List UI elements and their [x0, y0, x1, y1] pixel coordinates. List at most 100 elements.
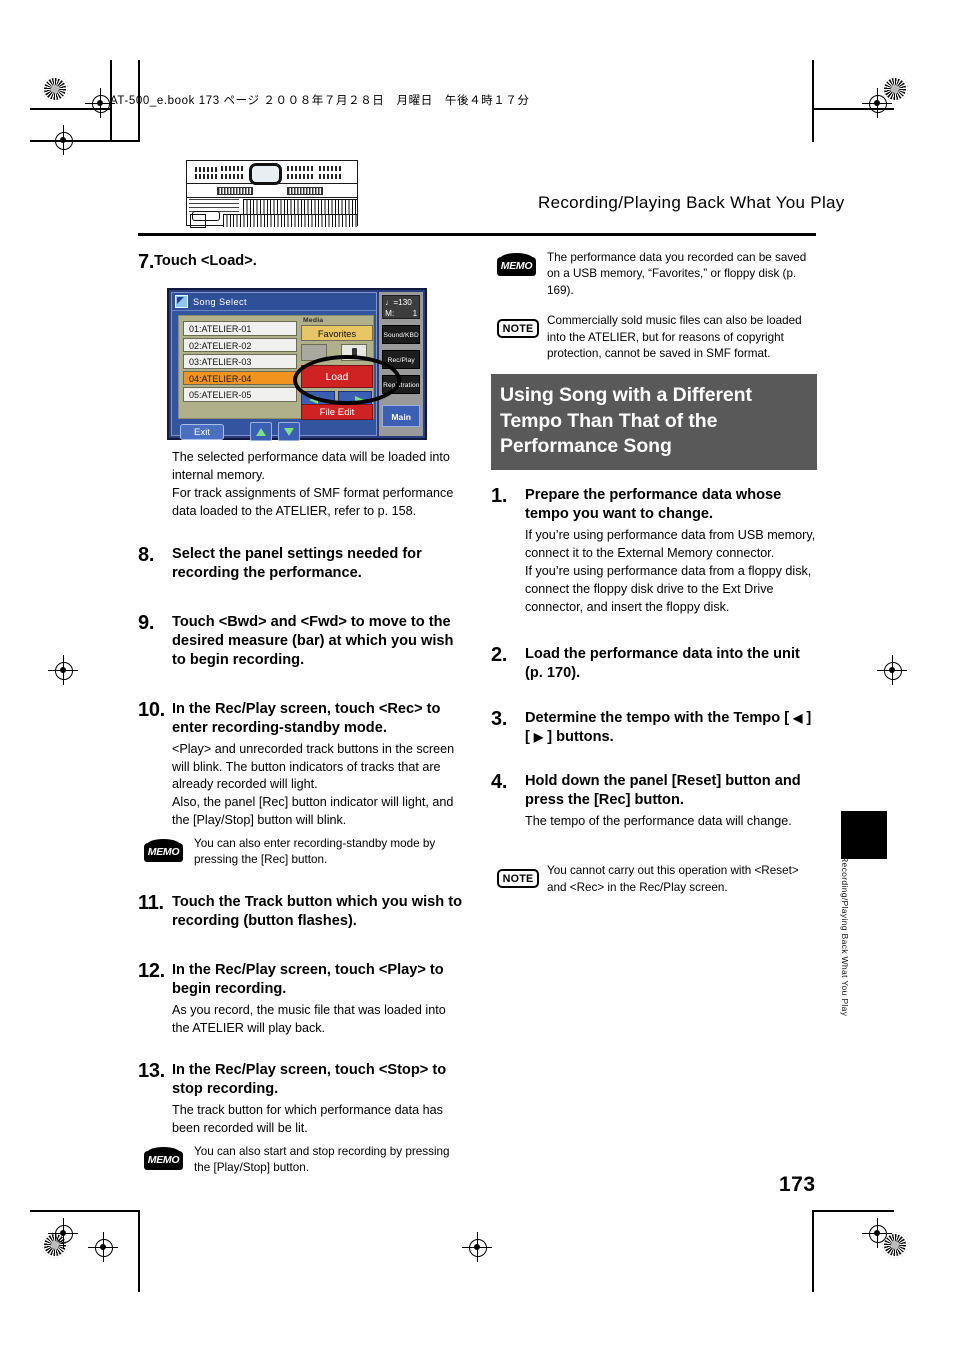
crosshair-mark: [877, 655, 907, 685]
tempo-value: ♩=130: [385, 298, 412, 307]
song-list-item[interactable]: 05:ATELIER-05: [183, 387, 297, 402]
tempo-step-1-description: If you’re using performance data from US…: [525, 528, 816, 614]
side-tab-marker: [841, 811, 887, 859]
note-badge-label: NOTE: [497, 319, 539, 339]
crosshair-mark: [88, 1232, 118, 1262]
tempo-step-2-title: Load the performance data into the unit …: [525, 645, 800, 681]
memo-icon: MEMO: [144, 1144, 192, 1177]
crosshair-mark: [48, 125, 78, 155]
memo-callout-step10: MEMO You can also enter recording-standb…: [144, 836, 464, 869]
crosshair-mark: [48, 1218, 78, 1248]
side-tab-label: Recording/Playing Back What You Play: [840, 856, 850, 1017]
crop-line: [138, 1210, 140, 1292]
organ-mid-panel: [187, 184, 357, 198]
step-8-number: 8.: [138, 543, 155, 566]
organ-pedal-board: [190, 214, 206, 228]
memo-callout-top: MEMO The performance data you recorded c…: [497, 250, 817, 299]
memo-callout-text: You can also enter recording-standby mod…: [194, 837, 436, 867]
song-list-item-selected[interactable]: 04:ATELIER-04: [183, 370, 297, 385]
crop-line: [812, 1210, 894, 1212]
note-icon: NOTE: [497, 313, 545, 362]
step-12-title: In the Rec/Play screen, touch <Play> to …: [172, 961, 444, 997]
step-9-number: 9.: [138, 611, 155, 634]
song-select-screen-figure: Song Select 01:ATELIER-01 02:ATELIER-02 …: [167, 288, 427, 441]
organ-button-row-left: [195, 167, 217, 172]
load-button-highlight-ellipse: [293, 355, 401, 405]
step-13-description: The track button for which performance d…: [172, 1103, 443, 1136]
tempo-step-4-number: 4.: [491, 771, 508, 794]
crosshair-mark: [462, 1232, 492, 1262]
song-list-item[interactable]: 02:ATELIER-02: [183, 337, 297, 352]
right-column: MEMO The performance data you recorded c…: [491, 250, 817, 896]
memo-badge-label: MEMO: [144, 1147, 183, 1171]
tempo-step-2: 2. Load the performance data into the un…: [491, 643, 817, 683]
organ-button-row-center-left2: [221, 174, 245, 179]
tempo-display: ♩=130 M: 1: [382, 295, 421, 319]
step-7-description: The selected performance data will be lo…: [172, 450, 454, 519]
file-edit-button[interactable]: File Edit: [301, 404, 373, 420]
tempo-step-1-title: Prepare the performance data whose tempo…: [525, 487, 782, 523]
memo-badge-label: MEMO: [497, 253, 536, 276]
tempo-step-2-number: 2.: [491, 643, 508, 666]
step-9-title: Touch <Bwd> and <Fwd> to move to the des…: [172, 613, 454, 668]
tempo-step-3-title: Determine the tempo with the Tempo [ ◀ ]…: [525, 707, 817, 747]
organ-button-row-right: [287, 166, 315, 171]
exit-button[interactable]: Exit: [180, 424, 224, 440]
crop-line: [812, 1210, 814, 1292]
memo-icon: MEMO: [497, 250, 545, 299]
crosshair-mark: [862, 88, 892, 118]
organ-drawbar-left: [217, 187, 253, 195]
note-callout-text: Commercially sold music files can also b…: [547, 314, 802, 360]
measure-display: M: 1: [385, 309, 418, 318]
step-12-description: As you record, the music file that was l…: [172, 1002, 446, 1035]
organ-lower-keyboard: [223, 214, 357, 227]
song-list-item[interactable]: 01:ATELIER-01: [183, 321, 297, 336]
tempo-step-1: 1. Prepare the performance data whose te…: [491, 484, 817, 524]
memo-callout-step13: MEMO You can also start and stop recordi…: [144, 1144, 464, 1177]
tempo-step-1-number: 1.: [491, 485, 508, 508]
tempo-step-4-title: Hold down the panel [Reset] button and p…: [525, 773, 801, 809]
step-13: 13. In the Rec/Play screen, touch <Stop>…: [138, 1059, 464, 1099]
note-callout-top: NOTE Commercially sold music files can a…: [497, 313, 817, 362]
song-list-item[interactable]: 03:ATELIER-03: [183, 354, 297, 369]
step-10: 10. In the Rec/Play screen, touch <Rec> …: [138, 698, 464, 738]
page-number: 173: [779, 1173, 816, 1196]
organ-display-screen: [249, 163, 282, 185]
organ-button-row-right2: [287, 174, 315, 179]
favorites-button[interactable]: Favorites: [301, 325, 373, 341]
crop-line: [30, 140, 140, 142]
note-callout-bottom: NOTE You cannot carry out this operation…: [497, 863, 817, 896]
step-7-number: 7.: [138, 251, 155, 273]
book-file-info: AT-500_e.book 173 ページ ２００８年７月２８日 月曜日 午後４…: [110, 95, 530, 107]
tempo-step-4-description: The tempo of the performance data will c…: [525, 814, 792, 829]
media-label: Media: [303, 317, 324, 324]
step-12-number: 12.: [138, 959, 165, 982]
main-button[interactable]: Main: [382, 405, 421, 427]
crosshair-mark: [862, 1218, 892, 1248]
step-10-description: <Play> and unrecorded track buttons in t…: [172, 741, 455, 828]
note-badge-label: NOTE: [497, 869, 539, 889]
step-8-title: Select the panel settings needed for rec…: [172, 545, 422, 581]
tempo-step-3-text-a: Determine the tempo with the Tempo [: [525, 709, 794, 726]
step-11-number: 11.: [138, 891, 164, 914]
scroll-up-button[interactable]: [250, 422, 272, 441]
tempo-step-3: 3. Determine the tempo with the Tempo [ …: [491, 707, 817, 747]
memo-callout-text: The performance data you recorded can be…: [547, 251, 807, 297]
tempo-step-3-number: 3.: [491, 707, 508, 730]
step-10-number: 10.: [138, 698, 165, 721]
crop-line: [30, 1210, 140, 1212]
organ-button-row-far-right2: [319, 174, 341, 179]
step-11-title: Touch the Track button which you wish to…: [172, 893, 462, 929]
tempo-step-4: 4. Hold down the panel [Reset] button an…: [491, 770, 817, 810]
scroll-down-button[interactable]: [278, 422, 300, 441]
sound-kbd-button[interactable]: Sound/KBD: [382, 325, 421, 344]
organ-button-row-far-right: [319, 166, 341, 171]
tempo-left-arrow-icon: ◀: [793, 710, 803, 725]
memo-icon: MEMO: [144, 836, 192, 869]
